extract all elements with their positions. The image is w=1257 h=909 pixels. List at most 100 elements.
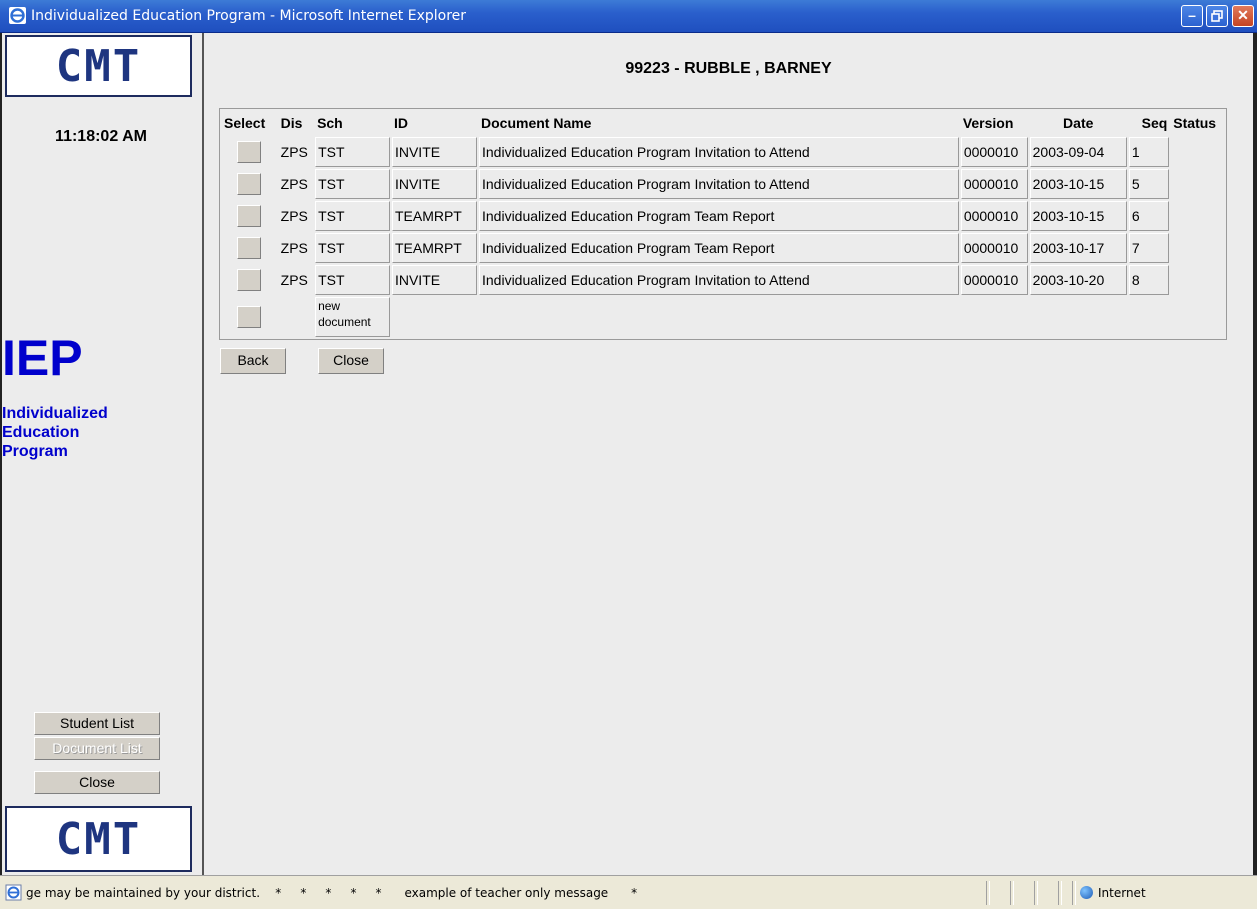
empty-cell bbox=[1030, 297, 1127, 337]
logo-text: CMT bbox=[55, 813, 142, 865]
sch-cell: TST bbox=[315, 201, 390, 231]
cmt-logo-bottom: CMT bbox=[5, 806, 192, 872]
new-document-label: new document bbox=[315, 297, 390, 337]
student-list-button[interactable]: Student List bbox=[34, 712, 160, 735]
id-cell: INVITE bbox=[391, 265, 477, 295]
new-document-select-button[interactable] bbox=[237, 306, 262, 328]
status-cell bbox=[1171, 233, 1224, 263]
seq-cell: 7 bbox=[1128, 233, 1170, 263]
internet-zone-icon bbox=[1080, 886, 1093, 899]
status-divider bbox=[1072, 881, 1076, 905]
status-message: ge may be maintained by your district. *… bbox=[26, 886, 638, 900]
close-window-button[interactable]: ✕ bbox=[1232, 5, 1254, 27]
new-document-row: new document bbox=[222, 297, 1224, 337]
sch-cell: TST bbox=[315, 137, 390, 167]
app-subtitle-line: Program bbox=[2, 443, 68, 460]
table-row: ZPS TST TEAMRPT Individualized Education… bbox=[222, 233, 1224, 263]
student-header: 99223 - RUBBLE , BARNEY bbox=[625, 60, 832, 77]
dis-cell: ZPS bbox=[280, 144, 308, 160]
document-name-cell: Individualized Education Program Team Re… bbox=[479, 233, 959, 263]
version-cell: 0000010 bbox=[960, 265, 1028, 295]
logo-text: CMT bbox=[55, 40, 142, 92]
table-row: ZPS TST INVITE Individualized Education … bbox=[222, 137, 1224, 167]
column-header: Status bbox=[1173, 115, 1217, 131]
column-header: Version bbox=[962, 115, 1014, 131]
empty-cell bbox=[392, 297, 477, 337]
column-header: Sch bbox=[317, 115, 343, 131]
clock: 11:18:02 AM bbox=[55, 128, 147, 145]
date-cell: 2003-10-17 bbox=[1029, 233, 1127, 263]
app-subtitle: Individualized Education Program bbox=[2, 404, 192, 461]
sch-cell: TST bbox=[315, 169, 390, 199]
seq-cell: 6 bbox=[1128, 201, 1170, 231]
status-cell bbox=[1171, 201, 1224, 231]
back-button[interactable]: Back bbox=[220, 348, 286, 374]
sidebar: CMT 11:18:02 AM IEP Individualized Educa… bbox=[2, 33, 202, 875]
sch-cell: TST bbox=[315, 233, 390, 263]
status-bar: ge may be maintained by your district. *… bbox=[0, 875, 1257, 909]
app-subtitle-line: Individualized bbox=[2, 405, 108, 422]
document-list-button: Document List bbox=[34, 737, 160, 760]
column-header: Seq bbox=[1141, 115, 1168, 131]
column-header: Dis bbox=[280, 115, 303, 131]
window-title: Individualized Education Program - Micro… bbox=[31, 8, 467, 24]
seq-cell: 8 bbox=[1128, 265, 1170, 295]
select-cell bbox=[222, 169, 277, 199]
app-name: IEP bbox=[2, 330, 83, 386]
sidebar-close-button[interactable]: Close bbox=[34, 771, 160, 794]
minimize-button[interactable]: – bbox=[1181, 5, 1203, 27]
select-cell bbox=[222, 233, 277, 263]
document-name-cell: Individualized Education Program Invitat… bbox=[479, 137, 959, 167]
document-table: Select Dis Sch ID Document Name Version … bbox=[219, 108, 1227, 340]
empty-cell bbox=[279, 297, 313, 337]
close-button[interactable]: Close bbox=[318, 348, 384, 374]
column-header: Document Name bbox=[481, 115, 592, 131]
security-zone: Internet bbox=[1098, 886, 1146, 900]
date-cell: 2003-09-04 bbox=[1029, 137, 1127, 167]
status-divider bbox=[1010, 881, 1014, 905]
column-header: Date bbox=[1063, 115, 1094, 131]
window-border-right bbox=[1253, 33, 1257, 875]
document-name-cell: Individualized Education Program Team Re… bbox=[479, 201, 959, 231]
column-header: ID bbox=[393, 115, 408, 131]
main-content: 99223 - RUBBLE , BARNEY Select Dis Sch I… bbox=[204, 33, 1253, 875]
window-titlebar: Individualized Education Program - Micro… bbox=[0, 0, 1257, 33]
empty-cell bbox=[961, 297, 1028, 337]
page-icon bbox=[5, 884, 22, 901]
dis-cell: ZPS bbox=[280, 272, 308, 288]
select-button[interactable] bbox=[237, 141, 262, 163]
dis-cell: ZPS bbox=[280, 240, 308, 256]
dis-cell: ZPS bbox=[280, 176, 308, 192]
seq-cell: 1 bbox=[1128, 137, 1170, 167]
document-name-cell: Individualized Education Program Invitat… bbox=[479, 265, 959, 295]
table-row: ZPS TST INVITE Individualized Education … bbox=[222, 169, 1224, 199]
empty-cell bbox=[1129, 297, 1169, 337]
id-cell: TEAMRPT bbox=[391, 233, 477, 263]
document-name-cell: Individualized Education Program Invitat… bbox=[479, 169, 959, 199]
table-header-row: Select Dis Sch ID Document Name Version … bbox=[222, 111, 1224, 135]
select-button[interactable] bbox=[237, 269, 262, 291]
version-cell: 0000010 bbox=[960, 169, 1028, 199]
table-row: ZPS TST INVITE Individualized Education … bbox=[222, 265, 1224, 295]
version-cell: 0000010 bbox=[960, 201, 1028, 231]
column-header: Select bbox=[224, 115, 266, 131]
id-cell: INVITE bbox=[391, 137, 477, 167]
app-subtitle-line: Education bbox=[2, 424, 80, 441]
select-button[interactable] bbox=[237, 205, 262, 227]
status-divider bbox=[986, 881, 990, 905]
restore-button[interactable] bbox=[1206, 5, 1228, 27]
id-cell: TEAMRPT bbox=[391, 201, 477, 231]
version-cell: 0000010 bbox=[960, 233, 1028, 263]
select-cell bbox=[222, 297, 277, 337]
id-cell: INVITE bbox=[391, 169, 477, 199]
restore-icon bbox=[1211, 10, 1223, 22]
status-cell bbox=[1171, 137, 1224, 167]
status-cell bbox=[1171, 265, 1224, 295]
select-button[interactable] bbox=[237, 237, 262, 259]
dis-cell: ZPS bbox=[280, 208, 308, 224]
seq-cell: 5 bbox=[1128, 169, 1170, 199]
select-button[interactable] bbox=[237, 173, 262, 195]
version-cell: 0000010 bbox=[960, 137, 1028, 167]
empty-cell bbox=[479, 297, 959, 337]
empty-cell bbox=[1171, 297, 1224, 337]
